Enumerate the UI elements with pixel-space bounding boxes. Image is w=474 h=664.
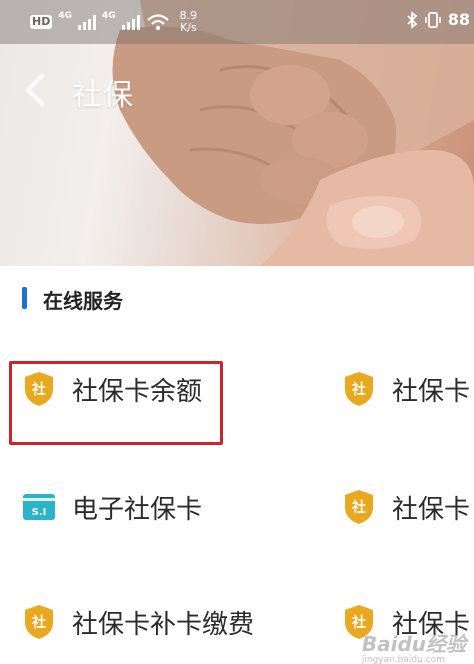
service-electronic-social-card[interactable]: S.I 电子社保卡 bbox=[22, 488, 202, 526]
social-security-shield-icon: 社 bbox=[25, 605, 53, 639]
network-speed: 8.9 K/s bbox=[180, 10, 198, 34]
watermark: Baidu经验 jingyan.baidu.com bbox=[362, 628, 466, 664]
highlight-annotation-box bbox=[9, 361, 223, 445]
service-label: 社保卡补卡缴费 bbox=[72, 609, 255, 640]
shield-icon-text: 社 bbox=[351, 381, 366, 398]
social-security-shield-icon: 社 bbox=[345, 490, 373, 524]
watermark-text: Baidu经验 bbox=[361, 632, 466, 656]
wifi-icon bbox=[146, 14, 169, 31]
page-title: 社保 bbox=[72, 78, 134, 113]
network-label-2: 4G bbox=[102, 11, 116, 21]
signal-icon-2 bbox=[121, 14, 140, 30]
back-arrow-icon[interactable] bbox=[18, 72, 54, 108]
electronic-card-icon: S.I bbox=[23, 494, 55, 520]
header-banner: HD 4G 4G 8.9 K/s 88 社保 bbox=[0, 0, 474, 266]
service-social-card-reissue-payment[interactable]: 社 社保卡补卡缴费 bbox=[22, 603, 254, 641]
network-label: 4G bbox=[58, 11, 72, 21]
section-title: 在线服务 bbox=[43, 289, 123, 313]
vibrate-icon bbox=[424, 11, 441, 28]
network-speed-unit: K/s bbox=[180, 21, 197, 34]
service-label: 电子社保卡 bbox=[72, 494, 203, 525]
service-social-card-2[interactable]: 社 社保卡 bbox=[342, 370, 470, 408]
card-icon-text: S.I bbox=[32, 507, 47, 518]
status-bar: HD 4G 4G 8.9 K/s 88 bbox=[0, 0, 474, 44]
service-label: 社保卡 bbox=[392, 494, 471, 525]
service-social-card-4[interactable]: 社 社保卡 bbox=[342, 488, 470, 526]
shield-icon-text: 社 bbox=[351, 499, 366, 516]
social-security-shield-icon: 社 bbox=[345, 372, 373, 406]
watermark-subtext: jingyan.baidu.com bbox=[361, 655, 445, 664]
hd-badge: HD bbox=[30, 15, 53, 29]
service-label: 社保卡 bbox=[392, 376, 471, 407]
battery-level: 88 bbox=[447, 10, 470, 29]
signal-icon bbox=[78, 14, 96, 30]
shield-icon-text: 社 bbox=[31, 614, 46, 631]
bluetooth-icon bbox=[407, 10, 418, 29]
section-accent-bar bbox=[22, 287, 27, 309]
